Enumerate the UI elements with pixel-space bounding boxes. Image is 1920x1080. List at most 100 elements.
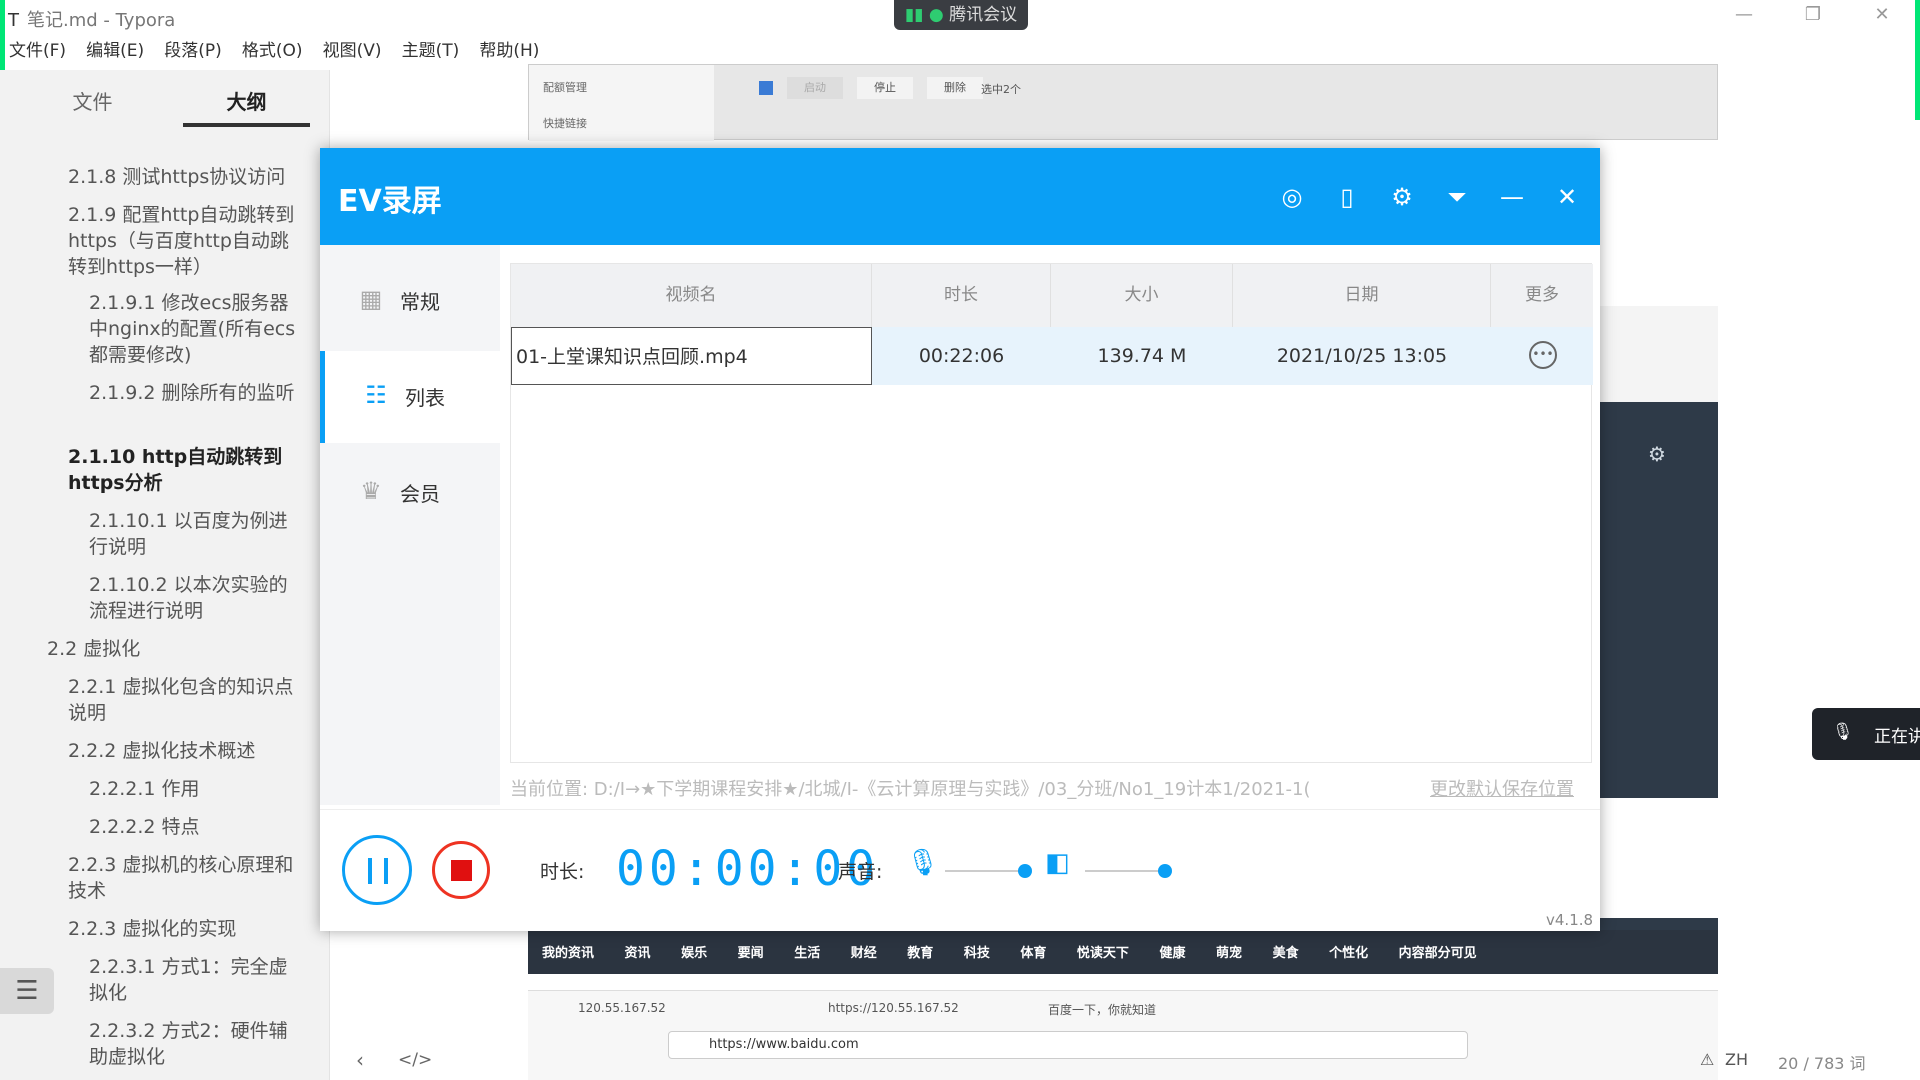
bg-browser-fragment: ⚙ <box>1600 306 1718 956</box>
more-options-icon[interactable]: ••• <box>1529 341 1557 369</box>
outline-item[interactable]: 2.1.9 配置http自动跳转到https（与百度http自动跳转到https… <box>68 202 298 280</box>
news-nav-item[interactable]: 财经 <box>851 946 877 961</box>
column-header[interactable]: 大小 <box>1051 264 1233 327</box>
restore-icon[interactable]: ❐ <box>1793 4 1833 30</box>
version-label: v4.1.8 <box>1546 911 1594 929</box>
source-code-icon[interactable]: </> <box>398 1050 432 1070</box>
tencent-meeting-tag[interactable]: ▮▮ ● 腾讯会议 <box>894 0 1028 30</box>
dropdown-menu-icon[interactable]: ⏷ <box>1440 180 1474 214</box>
column-header[interactable]: 日期 <box>1233 264 1491 327</box>
save-path-text: 当前位置: D:/Ⅰ→★下学期课程安排★/北城/Ⅰ-《云计算原理与实践》/03_… <box>510 779 1311 800</box>
close-icon[interactable]: ✕ <box>1550 180 1584 214</box>
phone-icon[interactable]: ▯ <box>1330 180 1364 214</box>
crown-icon: ♛ <box>360 477 382 505</box>
duration-cell: 00:22:06 <box>872 327 1051 385</box>
outline-item[interactable]: 2.1.8 测试https协议访问 <box>68 164 298 190</box>
mic-volume-handle[interactable] <box>1018 864 1032 878</box>
pause-button[interactable] <box>342 835 412 905</box>
menubar: 文件(F) 编辑(E) 段落(P) 格式(O) 视图(V) 主题(T) 帮助(H… <box>0 36 545 64</box>
speaker-volume-track[interactable] <box>1085 870 1165 872</box>
browser-tab[interactable]: 120.55.167.52 <box>578 1001 666 1015</box>
news-nav-item[interactable]: 体育 <box>1020 946 1046 961</box>
outline-item[interactable]: 2.2.3.1 方式1：完全虚拟化 <box>89 954 299 1006</box>
user-icon[interactable]: ◎ <box>1275 180 1309 214</box>
menu-paragraph[interactable]: 段落(P) <box>164 36 222 61</box>
column-header[interactable]: 时长 <box>872 264 1051 327</box>
news-nav-item[interactable]: 娱乐 <box>681 946 707 961</box>
outline-item[interactable]: 2.1.10 http自动跳转到https分析 <box>68 444 298 496</box>
outline-item[interactable]: 2.1.10.2 以本次实验的流程进行说明 <box>89 572 299 624</box>
news-nav-item[interactable]: 我的资讯 <box>542 946 594 961</box>
menu-theme[interactable]: 主题(T) <box>402 36 460 61</box>
menu-view[interactable]: 视图(V) <box>323 36 382 61</box>
browser-tab[interactable]: 百度一下，你就知道 <box>1048 1001 1168 1018</box>
window-title: T 笔记.md - Typora <box>8 6 175 32</box>
menu-file[interactable]: 文件(F) <box>9 36 66 61</box>
green-border <box>1915 0 1920 120</box>
tab-files[interactable]: 文件 <box>30 86 155 115</box>
outline-item[interactable]: 2.1.9.1 修改ecs服务器中nginx的配置(所有ecs都需要修改) <box>89 290 299 368</box>
date-cell: 2021/10/25 13:05 <box>1233 327 1491 385</box>
bg-button: 停止 <box>857 77 913 99</box>
outline-item[interactable]: 2.2.2 虚拟化技术概述 <box>68 738 298 764</box>
browser-tab[interactable]: https://120.55.167.52 <box>828 1001 959 1015</box>
word-count[interactable]: 20 / 783 词 <box>1778 1050 1866 1074</box>
menu-help[interactable]: 帮助(H) <box>479 36 539 61</box>
nav-label: 列表 <box>405 386 445 410</box>
outline-item[interactable]: 2.2.3 虚拟化的实现 <box>68 916 298 942</box>
chevron-left-icon[interactable]: ‹ <box>356 1048 364 1072</box>
outline-item[interactable]: 2.1.9.2 删除所有的监听 <box>89 380 299 406</box>
news-nav-item[interactable]: 教育 <box>907 946 933 961</box>
change-save-path-link[interactable]: 更改默认保存位置 <box>1430 775 1574 801</box>
nav-label: 常规 <box>400 290 440 314</box>
news-nav-item[interactable]: 美食 <box>1273 946 1299 961</box>
outline-item[interactable]: 2.2.2.2 特点 <box>89 814 299 840</box>
status-bar: ‹ </> ⚠ ZH 20 / 783 词 <box>0 1042 1920 1080</box>
menu-edit[interactable]: 编辑(E) <box>86 36 144 61</box>
news-nav-item[interactable]: 萌宠 <box>1216 946 1242 961</box>
sidebar: 文件 大纲 2.1.8 测试https协议访问 2.1.9 配置http自动跳转… <box>0 70 330 1080</box>
bg-button: 启动 <box>787 77 843 99</box>
ev-recorder-window: EV录屏 ◎ ▯ ⚙ ⏷ — ✕ ▦ 常规 ☷ 列表 ♛ 会员 视频名 时长 大… <box>320 148 1600 931</box>
column-header[interactable]: 视频名 <box>511 264 872 327</box>
language-indicator[interactable]: ZH <box>1725 1050 1748 1069</box>
tab-outline[interactable]: 大纲 <box>184 86 309 115</box>
minimize-icon[interactable]: — <box>1724 4 1764 30</box>
outline-item[interactable]: 2.2.1 虚拟化包含的知识点说明 <box>68 674 298 726</box>
news-nav-item[interactable]: 生活 <box>794 946 820 961</box>
news-nav-item[interactable]: 内容部分可见 <box>1399 946 1477 961</box>
mic-muted-icon: 🎙 <box>1832 722 1854 742</box>
outline-item[interactable]: 2.1.10.1 以百度为例进行说明 <box>89 508 299 560</box>
tencent-meeting-label: 腾讯会议 <box>949 5 1018 25</box>
size-cell: 139.74 M <box>1051 327 1233 385</box>
nav-item-general[interactable]: ▦ 常规 <box>320 255 500 347</box>
minimize-icon[interactable]: — <box>1495 180 1529 214</box>
typora-icon: T <box>8 10 19 31</box>
meeting-speaking-toast: 🎙 正在讲 <box>1812 708 1920 760</box>
news-nav-item[interactable]: 个性化 <box>1329 946 1368 961</box>
microphone-icon[interactable]: 🎙 <box>906 848 939 878</box>
news-nav-item[interactable]: 健康 <box>1159 946 1185 961</box>
mic-volume-track[interactable] <box>945 870 1025 872</box>
news-nav-item[interactable]: 悦读天下 <box>1077 946 1129 961</box>
speaker-volume-handle[interactable] <box>1158 864 1172 878</box>
nav-item-list[interactable]: ☷ 列表 <box>320 351 500 443</box>
outline-item[interactable]: 2.2 虚拟化 <box>47 636 297 662</box>
stop-button[interactable] <box>432 841 490 899</box>
news-nav-item[interactable]: 要闻 <box>738 946 764 961</box>
news-nav-item[interactable]: 科技 <box>964 946 990 961</box>
news-nav-item[interactable]: 资讯 <box>625 946 651 961</box>
speaker-icon[interactable]: ◧ <box>1045 848 1070 878</box>
bg-text: 配额管理 <box>543 81 587 94</box>
sidebar-toggle-icon[interactable]: ☰ <box>0 968 54 1014</box>
video-name-cell[interactable]: 01-上堂课知识点回顾.mp4 <box>511 327 872 385</box>
nav-item-member[interactable]: ♛ 会员 <box>320 447 500 539</box>
bg-text: 选中2个 <box>981 83 1021 96</box>
settings-gear-icon[interactable]: ⚙ <box>1385 180 1419 214</box>
ev-title: EV录屏 <box>338 184 442 219</box>
outline-item[interactable]: 2.2.2.1 作用 <box>89 776 299 802</box>
close-icon[interactable]: ✕ <box>1862 4 1902 30</box>
menu-format[interactable]: 格式(O) <box>242 36 303 61</box>
bg-text: 快捷链接 <box>543 117 587 130</box>
outline-item[interactable]: 2.2.3 虚拟机的核心原理和技术 <box>68 852 298 904</box>
